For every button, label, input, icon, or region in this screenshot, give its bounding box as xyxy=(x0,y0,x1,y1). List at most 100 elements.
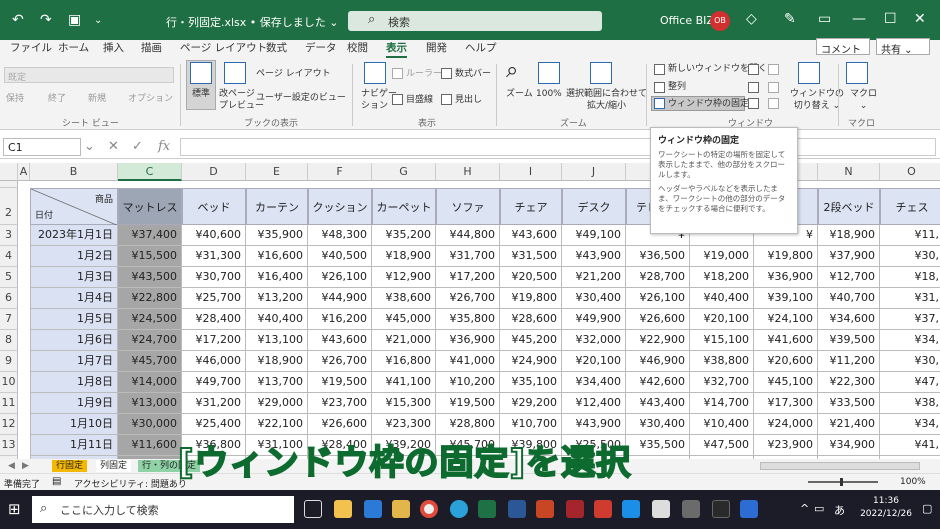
table-cell[interactable]: ¥43,900 xyxy=(562,246,626,267)
date-cell[interactable]: 1月3日 xyxy=(30,267,118,288)
table-cell[interactable]: ¥46,000 xyxy=(182,351,246,372)
table-cell[interactable]: ¥43,900 xyxy=(562,414,626,435)
table-cell[interactable]: ¥18,200 xyxy=(690,267,754,288)
tray-chevron-icon[interactable]: ^ xyxy=(800,502,809,515)
table-cell[interactable]: ¥34,600 xyxy=(818,309,880,330)
column-header-h[interactable]: H xyxy=(436,163,500,181)
table-cell[interactable]: ¥49,700 xyxy=(182,372,246,393)
undo-icon[interactable]: ↶ xyxy=(12,12,24,28)
page-break-icon[interactable] xyxy=(224,62,246,84)
corner-header-cell[interactable]: 商品 日付 xyxy=(30,188,119,226)
table-cell[interactable]: ¥17,200 xyxy=(436,267,500,288)
zoom-100-label[interactable]: 100% xyxy=(536,88,562,100)
table-cell[interactable]: ¥20,500 xyxy=(500,267,562,288)
table-cell[interactable]: ¥20,100 xyxy=(690,309,754,330)
table-cell[interactable]: ¥30, xyxy=(880,351,940,372)
table-cell[interactable]: ¥30,400 xyxy=(626,414,690,435)
file-explorer-icon[interactable] xyxy=(334,500,352,518)
tab-formulas[interactable]: 数式 xyxy=(266,40,287,55)
table-cell[interactable]: ¥30,400 xyxy=(562,288,626,309)
table-cell[interactable]: ¥32,700 xyxy=(690,372,754,393)
table-cell[interactable]: ¥30, xyxy=(880,246,940,267)
table-cell[interactable]: ¥20,600 xyxy=(754,351,818,372)
table-cell[interactable]: ¥22,100 xyxy=(246,414,308,435)
table-cell[interactable]: ¥35,900 xyxy=(246,225,308,246)
table-cell[interactable]: ¥29,200 xyxy=(500,393,562,414)
macro-record-icon[interactable]: ▤ xyxy=(52,476,61,487)
date-cell[interactable]: 1月7日 xyxy=(30,351,118,372)
table-cell[interactable]: ¥38, xyxy=(880,393,940,414)
sheet-view-dropdown[interactable]: 既定 xyxy=(4,67,174,83)
table-cell[interactable]: ¥26,600 xyxy=(626,309,690,330)
date-cell[interactable]: 1月4日 xyxy=(30,288,118,309)
options-button[interactable]: オプション xyxy=(128,93,173,105)
table-cell[interactable]: ¥35,200 xyxy=(372,225,436,246)
date-cell[interactable]: 2023年1月1日 xyxy=(30,225,118,246)
table-cell[interactable]: ¥12,900 xyxy=(372,267,436,288)
chrome-icon[interactable] xyxy=(420,500,438,518)
product-header[interactable]: 2段ベッド xyxy=(818,188,880,225)
table-cell[interactable]: ¥43,500 xyxy=(118,267,182,288)
table-cell[interactable]: ¥14,700 xyxy=(690,393,754,414)
ime-indicator[interactable]: あ xyxy=(834,502,845,518)
column-header-e[interactable]: E xyxy=(246,163,308,181)
table-cell[interactable]: ¥36,900 xyxy=(754,267,818,288)
app-icon[interactable] xyxy=(392,500,410,518)
row-header[interactable]: 7 xyxy=(0,309,18,330)
column-header-a[interactable]: A xyxy=(18,163,30,181)
product-header[interactable]: ソファ xyxy=(436,188,500,225)
date-cell[interactable]: 1月10日 xyxy=(30,414,118,435)
macro-label[interactable]: マクロ ⌄ xyxy=(850,88,877,112)
table-cell[interactable]: ¥36,500 xyxy=(626,246,690,267)
zoom-label[interactable]: ズーム xyxy=(506,88,533,100)
new-button[interactable]: 新規 xyxy=(88,93,106,105)
table-cell[interactable]: ¥22,300 xyxy=(818,372,880,393)
table-cell[interactable]: ¥43,600 xyxy=(500,225,562,246)
table-cell[interactable]: ¥24,000 xyxy=(754,414,818,435)
zoom-100-icon[interactable] xyxy=(538,62,560,84)
tab-page-layout[interactable]: ページ レイアウト xyxy=(180,40,267,55)
table-cell[interactable]: ¥20,100 xyxy=(562,351,626,372)
table-cell[interactable]: ¥43,400 xyxy=(626,393,690,414)
tab-home[interactable]: ホーム xyxy=(58,40,89,55)
table-cell[interactable]: ¥44,800 xyxy=(436,225,500,246)
table-cell[interactable]: ¥31, xyxy=(880,288,940,309)
hide-icon[interactable] xyxy=(748,82,759,93)
table-cell[interactable]: ¥48,300 xyxy=(308,225,372,246)
column-header-o[interactable]: O xyxy=(880,163,940,181)
side-by-side-icon[interactable] xyxy=(768,64,779,75)
sync-scroll-icon[interactable] xyxy=(768,82,779,93)
table-cell[interactable]: ¥40,700 xyxy=(818,288,880,309)
table-cell[interactable]: ¥38,600 xyxy=(372,288,436,309)
table-cell[interactable]: ¥31,700 xyxy=(436,246,500,267)
macro-icon[interactable] xyxy=(846,62,868,84)
split-icon[interactable] xyxy=(748,64,759,75)
windows-start-icon[interactable]: ⊞ xyxy=(8,500,21,518)
product-header[interactable]: デスク xyxy=(562,188,626,225)
table-cell[interactable]: ¥18,900 xyxy=(246,351,308,372)
spreadsheet-grid[interactable]: ABCDEFGHIJKLMNO 2 商品 日付 マットレスベッドカーテンクッショ… xyxy=(0,163,940,459)
table-cell[interactable]: ¥19,500 xyxy=(436,393,500,414)
tab-developer[interactable]: 開発 xyxy=(426,40,447,55)
ribbon-display-icon[interactable]: ▭ xyxy=(818,11,831,27)
table-cell[interactable]: ¥11,200 xyxy=(818,351,880,372)
table-cell[interactable]: ¥16,800 xyxy=(372,351,436,372)
tab-insert[interactable]: 挿入 xyxy=(103,40,124,55)
column-header-n[interactable]: N xyxy=(818,163,880,181)
row-header[interactable]: 8 xyxy=(0,330,18,351)
comments-button[interactable]: コメント xyxy=(816,38,870,56)
tab-draw[interactable]: 描画 xyxy=(141,40,162,55)
row-header[interactable]: 4 xyxy=(0,246,18,267)
column-header-b[interactable]: B xyxy=(30,163,118,181)
table-cell[interactable]: ¥26,100 xyxy=(626,288,690,309)
table-cell[interactable]: ¥28,800 xyxy=(436,414,500,435)
table-cell[interactable]: ¥40,500 xyxy=(308,246,372,267)
table-cell[interactable]: ¥38,800 xyxy=(690,351,754,372)
table-cell[interactable]: ¥23,700 xyxy=(308,393,372,414)
table-cell[interactable]: ¥30,000 xyxy=(118,414,182,435)
app-icon-dark[interactable] xyxy=(712,500,730,518)
sheet-tab-row-freeze[interactable]: 行固定 xyxy=(52,460,88,472)
table-cell[interactable]: ¥24,700 xyxy=(118,330,182,351)
switch-windows-icon[interactable] xyxy=(798,62,820,84)
table-cell[interactable]: ¥24,500 xyxy=(118,309,182,330)
